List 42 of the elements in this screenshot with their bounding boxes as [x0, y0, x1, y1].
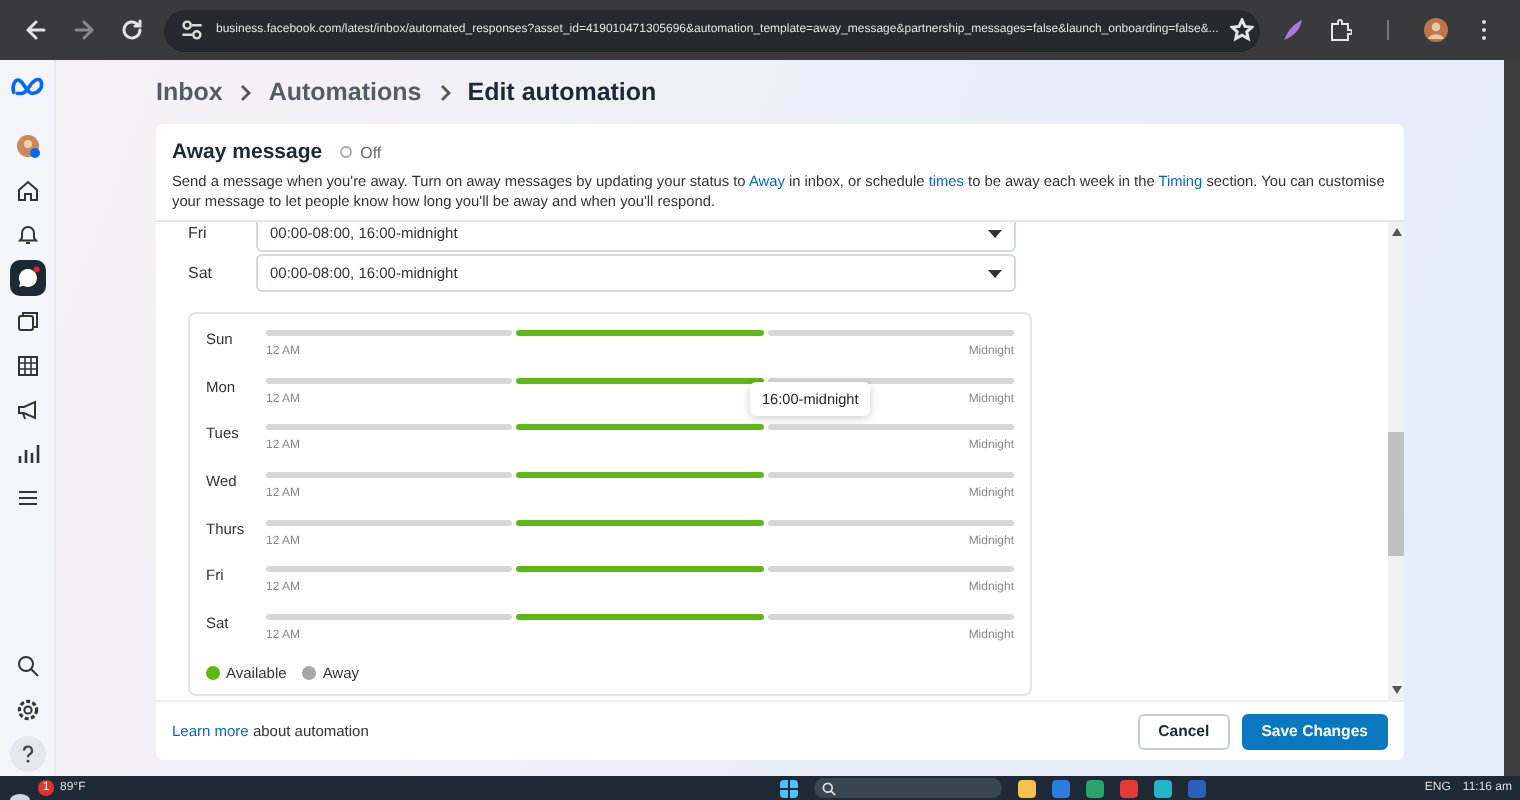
chat-icon[interactable]: [15, 266, 39, 290]
megaphone-icon[interactable]: [15, 398, 39, 422]
bar-chart-icon[interactable]: [15, 442, 39, 466]
breadcrumb-link[interactable]: Automations: [268, 78, 422, 106]
meta-logo-icon[interactable]: [9, 76, 45, 96]
section-title: Away message: [172, 140, 323, 164]
breadcrumb-link[interactable]: Inbox: [156, 78, 223, 106]
back-icon[interactable]: [24, 18, 48, 42]
folder-icon[interactable]: [1018, 779, 1036, 797]
scrollbar[interactable]: [1388, 222, 1404, 700]
avatar-icon[interactable]: [1424, 18, 1448, 42]
table-icon[interactable]: [15, 354, 39, 378]
chevron-right-icon: [238, 83, 253, 101]
scroll-up-icon[interactable]: [1391, 228, 1401, 236]
search-icon[interactable]: [15, 654, 39, 678]
bell-icon[interactable]: [15, 222, 39, 246]
help-button[interactable]: [9, 736, 45, 772]
home-icon[interactable]: [15, 178, 39, 202]
settings-icon[interactable]: [15, 698, 39, 722]
menu-icon[interactable]: [15, 486, 39, 510]
search-icon: [822, 781, 836, 795]
field-label: Fri: [188, 224, 209, 242]
site-settings-icon[interactable]: [180, 18, 204, 42]
available-bar[interactable]: [516, 377, 764, 384]
scroll-thumb[interactable]: [1388, 432, 1404, 556]
reload-icon[interactable]: [120, 18, 144, 42]
page-scrollbar[interactable]: [1504, 60, 1520, 776]
status-toggle[interactable]: Off: [340, 143, 382, 161]
caret-icon: [988, 229, 1002, 237]
chevron-right-icon: [437, 83, 452, 101]
star-icon[interactable]: [1230, 18, 1255, 42]
feather-icon[interactable]: [1280, 18, 1304, 42]
pages-icon[interactable]: [15, 310, 39, 334]
windows-icon[interactable]: [780, 779, 798, 797]
puzzle-icon[interactable]: [1328, 18, 1352, 42]
field-label: Sat: [188, 264, 215, 282]
chat-button[interactable]: [9, 260, 45, 296]
forward-icon[interactable]: [72, 18, 96, 42]
page-title: Edit automation: [467, 78, 657, 106]
profile-icon[interactable]: [15, 134, 39, 158]
scroll-down-icon[interactable]: [1391, 686, 1401, 694]
caret-icon: [988, 269, 1002, 277]
